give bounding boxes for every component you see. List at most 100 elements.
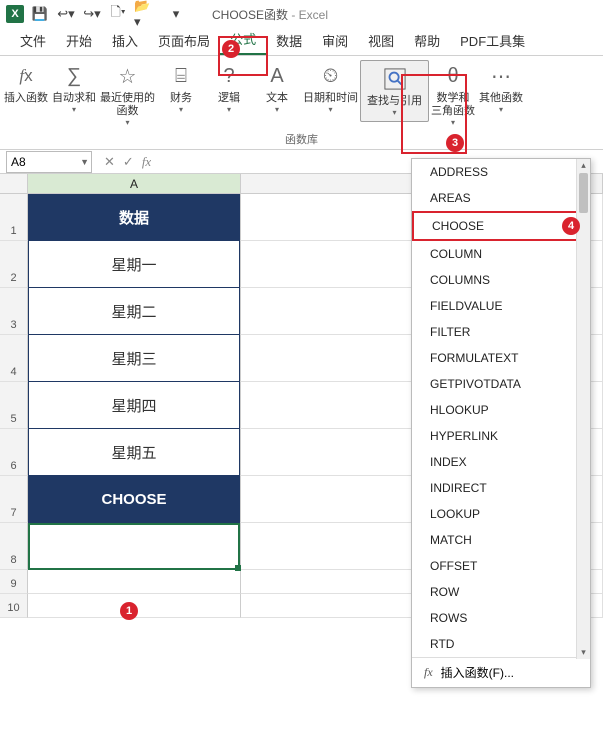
lookup-function-dropdown: ADDRESSAREASCHOOSE4COLUMNCOLUMNSFIELDVAL… bbox=[411, 158, 591, 688]
ribbon-label: 日期和时间 bbox=[303, 92, 358, 105]
ribbon-icon: fx bbox=[12, 62, 40, 90]
cell-a1[interactable]: 数据 bbox=[28, 194, 241, 241]
ribbon-自动求和[interactable]: ∑自动求和▾ bbox=[50, 60, 98, 116]
ribbon-日期和时间[interactable]: ⏲ 日期和时间▾ bbox=[301, 60, 360, 116]
tab-帮助[interactable]: 帮助 bbox=[404, 26, 450, 55]
ribbon-group-label: 函数库 bbox=[285, 131, 318, 147]
dropdown-item-formulatext[interactable]: FORMULATEXT bbox=[412, 345, 590, 371]
tab-审阅[interactable]: 审阅 bbox=[312, 26, 358, 55]
dropdown-item-hyperlink[interactable]: HYPERLINK bbox=[412, 423, 590, 449]
dropdown-item-row[interactable]: ROW bbox=[412, 579, 590, 605]
ribbon-icon: ? bbox=[215, 62, 243, 90]
save-icon[interactable]: 💾 bbox=[30, 4, 50, 24]
ribbon-最近使用的函数[interactable]: ☆最近使用的函数▾ bbox=[98, 60, 157, 129]
ribbon-数学和三角函数[interactable]: θ数学和三角函数▾ bbox=[429, 60, 477, 129]
chevron-down-icon: ▾ bbox=[392, 108, 396, 117]
cell-content: 数据 bbox=[28, 194, 240, 241]
dropdown-item-column[interactable]: COLUMN bbox=[412, 241, 590, 267]
dropdown-item-rtd[interactable]: RTD bbox=[412, 631, 590, 657]
cell-content: 星期五 bbox=[28, 429, 240, 476]
tab-数据[interactable]: 数据 bbox=[266, 26, 312, 55]
dropdown-item-areas[interactable]: AREAS bbox=[412, 185, 590, 211]
tab-PDF工具集[interactable]: PDF工具集 bbox=[450, 26, 535, 55]
tab-页面布局[interactable]: 页面布局 bbox=[148, 26, 220, 55]
column-header-a[interactable]: A bbox=[28, 174, 241, 193]
row-header[interactable]: 6 bbox=[0, 429, 28, 476]
ribbon-icon bbox=[381, 65, 409, 93]
tab-插入[interactable]: 插入 bbox=[102, 26, 148, 55]
ribbon-icon: A bbox=[263, 62, 291, 90]
fx-icon[interactable]: fx bbox=[142, 154, 151, 170]
dropdown-item-choose[interactable]: CHOOSE4 bbox=[412, 211, 590, 241]
open-folder-icon[interactable]: 📂▾ bbox=[134, 4, 154, 24]
cell-content: 星期四 bbox=[28, 382, 240, 429]
dropdown-item-match[interactable]: MATCH bbox=[412, 527, 590, 553]
cell-a5[interactable]: 星期四 bbox=[28, 382, 241, 429]
customize-icon[interactable]: ▾ bbox=[166, 4, 186, 24]
cell-a3[interactable]: 星期二 bbox=[28, 288, 241, 335]
row-header[interactable]: 1 bbox=[0, 194, 28, 241]
row-header[interactable]: 7 bbox=[0, 476, 28, 523]
chevron-down-icon: ▾ bbox=[227, 105, 231, 114]
ribbon-逻辑[interactable]: ?逻辑▾ bbox=[205, 60, 253, 116]
ribbon-文本[interactable]: A文本▾ bbox=[253, 60, 301, 116]
cell-a4[interactable]: 星期三 bbox=[28, 335, 241, 382]
dropdown-item-hlookup[interactable]: HLOOKUP bbox=[412, 397, 590, 423]
ribbon-icon: ☆ bbox=[114, 62, 142, 90]
row-header[interactable]: 8 bbox=[0, 523, 28, 570]
cell-content: CHOOSE bbox=[28, 476, 240, 523]
confirm-icon[interactable]: ✓ bbox=[123, 154, 134, 170]
ribbon: fx插入函数∑自动求和▾☆最近使用的函数▾⌸财务▾?逻辑▾A文本▾⏲日期和时间▾… bbox=[0, 56, 603, 150]
chevron-down-icon: ▾ bbox=[328, 105, 332, 114]
dropdown-item-address[interactable]: ADDRESS bbox=[412, 159, 590, 185]
tab-开始[interactable]: 开始 bbox=[56, 26, 102, 55]
row-header[interactable]: 2 bbox=[0, 241, 28, 288]
dropdown-item-getpivotdata[interactable]: GETPIVOTDATA bbox=[412, 371, 590, 397]
row-header[interactable]: 10 bbox=[0, 594, 28, 618]
cell-a2[interactable]: 星期一 bbox=[28, 241, 241, 288]
ribbon-插入函数[interactable]: fx插入函数 bbox=[2, 60, 50, 107]
undo-icon[interactable]: ↩▾ bbox=[56, 4, 76, 24]
ribbon-icon: ⌸ bbox=[167, 62, 195, 90]
cell-a7[interactable]: CHOOSE bbox=[28, 476, 241, 523]
ribbon-财务[interactable]: ⌸财务▾ bbox=[157, 60, 205, 116]
row-header[interactable]: 4 bbox=[0, 335, 28, 382]
redo-icon[interactable]: ↪▾ bbox=[82, 4, 102, 24]
ribbon-label: 数学和三角函数 bbox=[431, 92, 475, 118]
formula-bar: ✕ ✓ fx bbox=[104, 154, 159, 170]
ribbon-其他函数[interactable]: ⋯其他函数▾ bbox=[477, 60, 525, 116]
dropdown-item-fieldvalue[interactable]: FIELDVALUE bbox=[412, 293, 590, 319]
dropdown-scrollbar[interactable]: ▴ ▾ bbox=[576, 159, 590, 659]
dropdown-item-columns[interactable]: COLUMNS bbox=[412, 267, 590, 293]
fill-handle[interactable] bbox=[235, 565, 241, 571]
tab-文件[interactable]: 文件 bbox=[10, 26, 56, 55]
row-header[interactable]: 3 bbox=[0, 288, 28, 335]
row-header[interactable]: 9 bbox=[0, 570, 28, 594]
ribbon-icon: ⏲ bbox=[317, 62, 345, 90]
dropdown-item-rows[interactable]: ROWS bbox=[412, 605, 590, 631]
chevron-down-icon: ▾ bbox=[275, 105, 279, 114]
new-file-icon[interactable]: 🗋▾ bbox=[108, 4, 128, 24]
excel-icon: X bbox=[6, 5, 24, 23]
cell-content: 星期一 bbox=[28, 241, 240, 288]
ribbon-icon: θ bbox=[439, 62, 467, 90]
row-header[interactable]: 5 bbox=[0, 382, 28, 429]
cell-a6[interactable]: 星期五 bbox=[28, 429, 241, 476]
select-all-corner[interactable] bbox=[0, 174, 28, 193]
chevron-down-icon: ▾ bbox=[451, 118, 455, 127]
dropdown-item-filter[interactable]: FILTER bbox=[412, 319, 590, 345]
dropdown-item-offset[interactable]: OFFSET bbox=[412, 553, 590, 579]
cell-a9[interactable] bbox=[28, 570, 241, 594]
badge-4: 4 bbox=[562, 217, 580, 235]
cell-a8[interactable] bbox=[28, 523, 241, 570]
dropdown-item-lookup[interactable]: LOOKUP bbox=[412, 501, 590, 527]
ribbon-查找与引用[interactable]: 查找与引用▾ bbox=[360, 60, 429, 122]
insert-function-footer[interactable]: fx 插入函数(F)... bbox=[412, 657, 590, 687]
titlebar: X 💾 ↩▾ ↪▾ 🗋▾ 📂▾ ▾ CHOOSE函数 - Excel bbox=[0, 0, 603, 28]
cancel-icon[interactable]: ✕ bbox=[104, 154, 115, 170]
dropdown-item-indirect[interactable]: INDIRECT bbox=[412, 475, 590, 501]
badge-3: 3 bbox=[446, 134, 464, 152]
dropdown-item-index[interactable]: INDEX bbox=[412, 449, 590, 475]
name-box[interactable]: A8▼ bbox=[6, 151, 92, 173]
tab-视图[interactable]: 视图 bbox=[358, 26, 404, 55]
